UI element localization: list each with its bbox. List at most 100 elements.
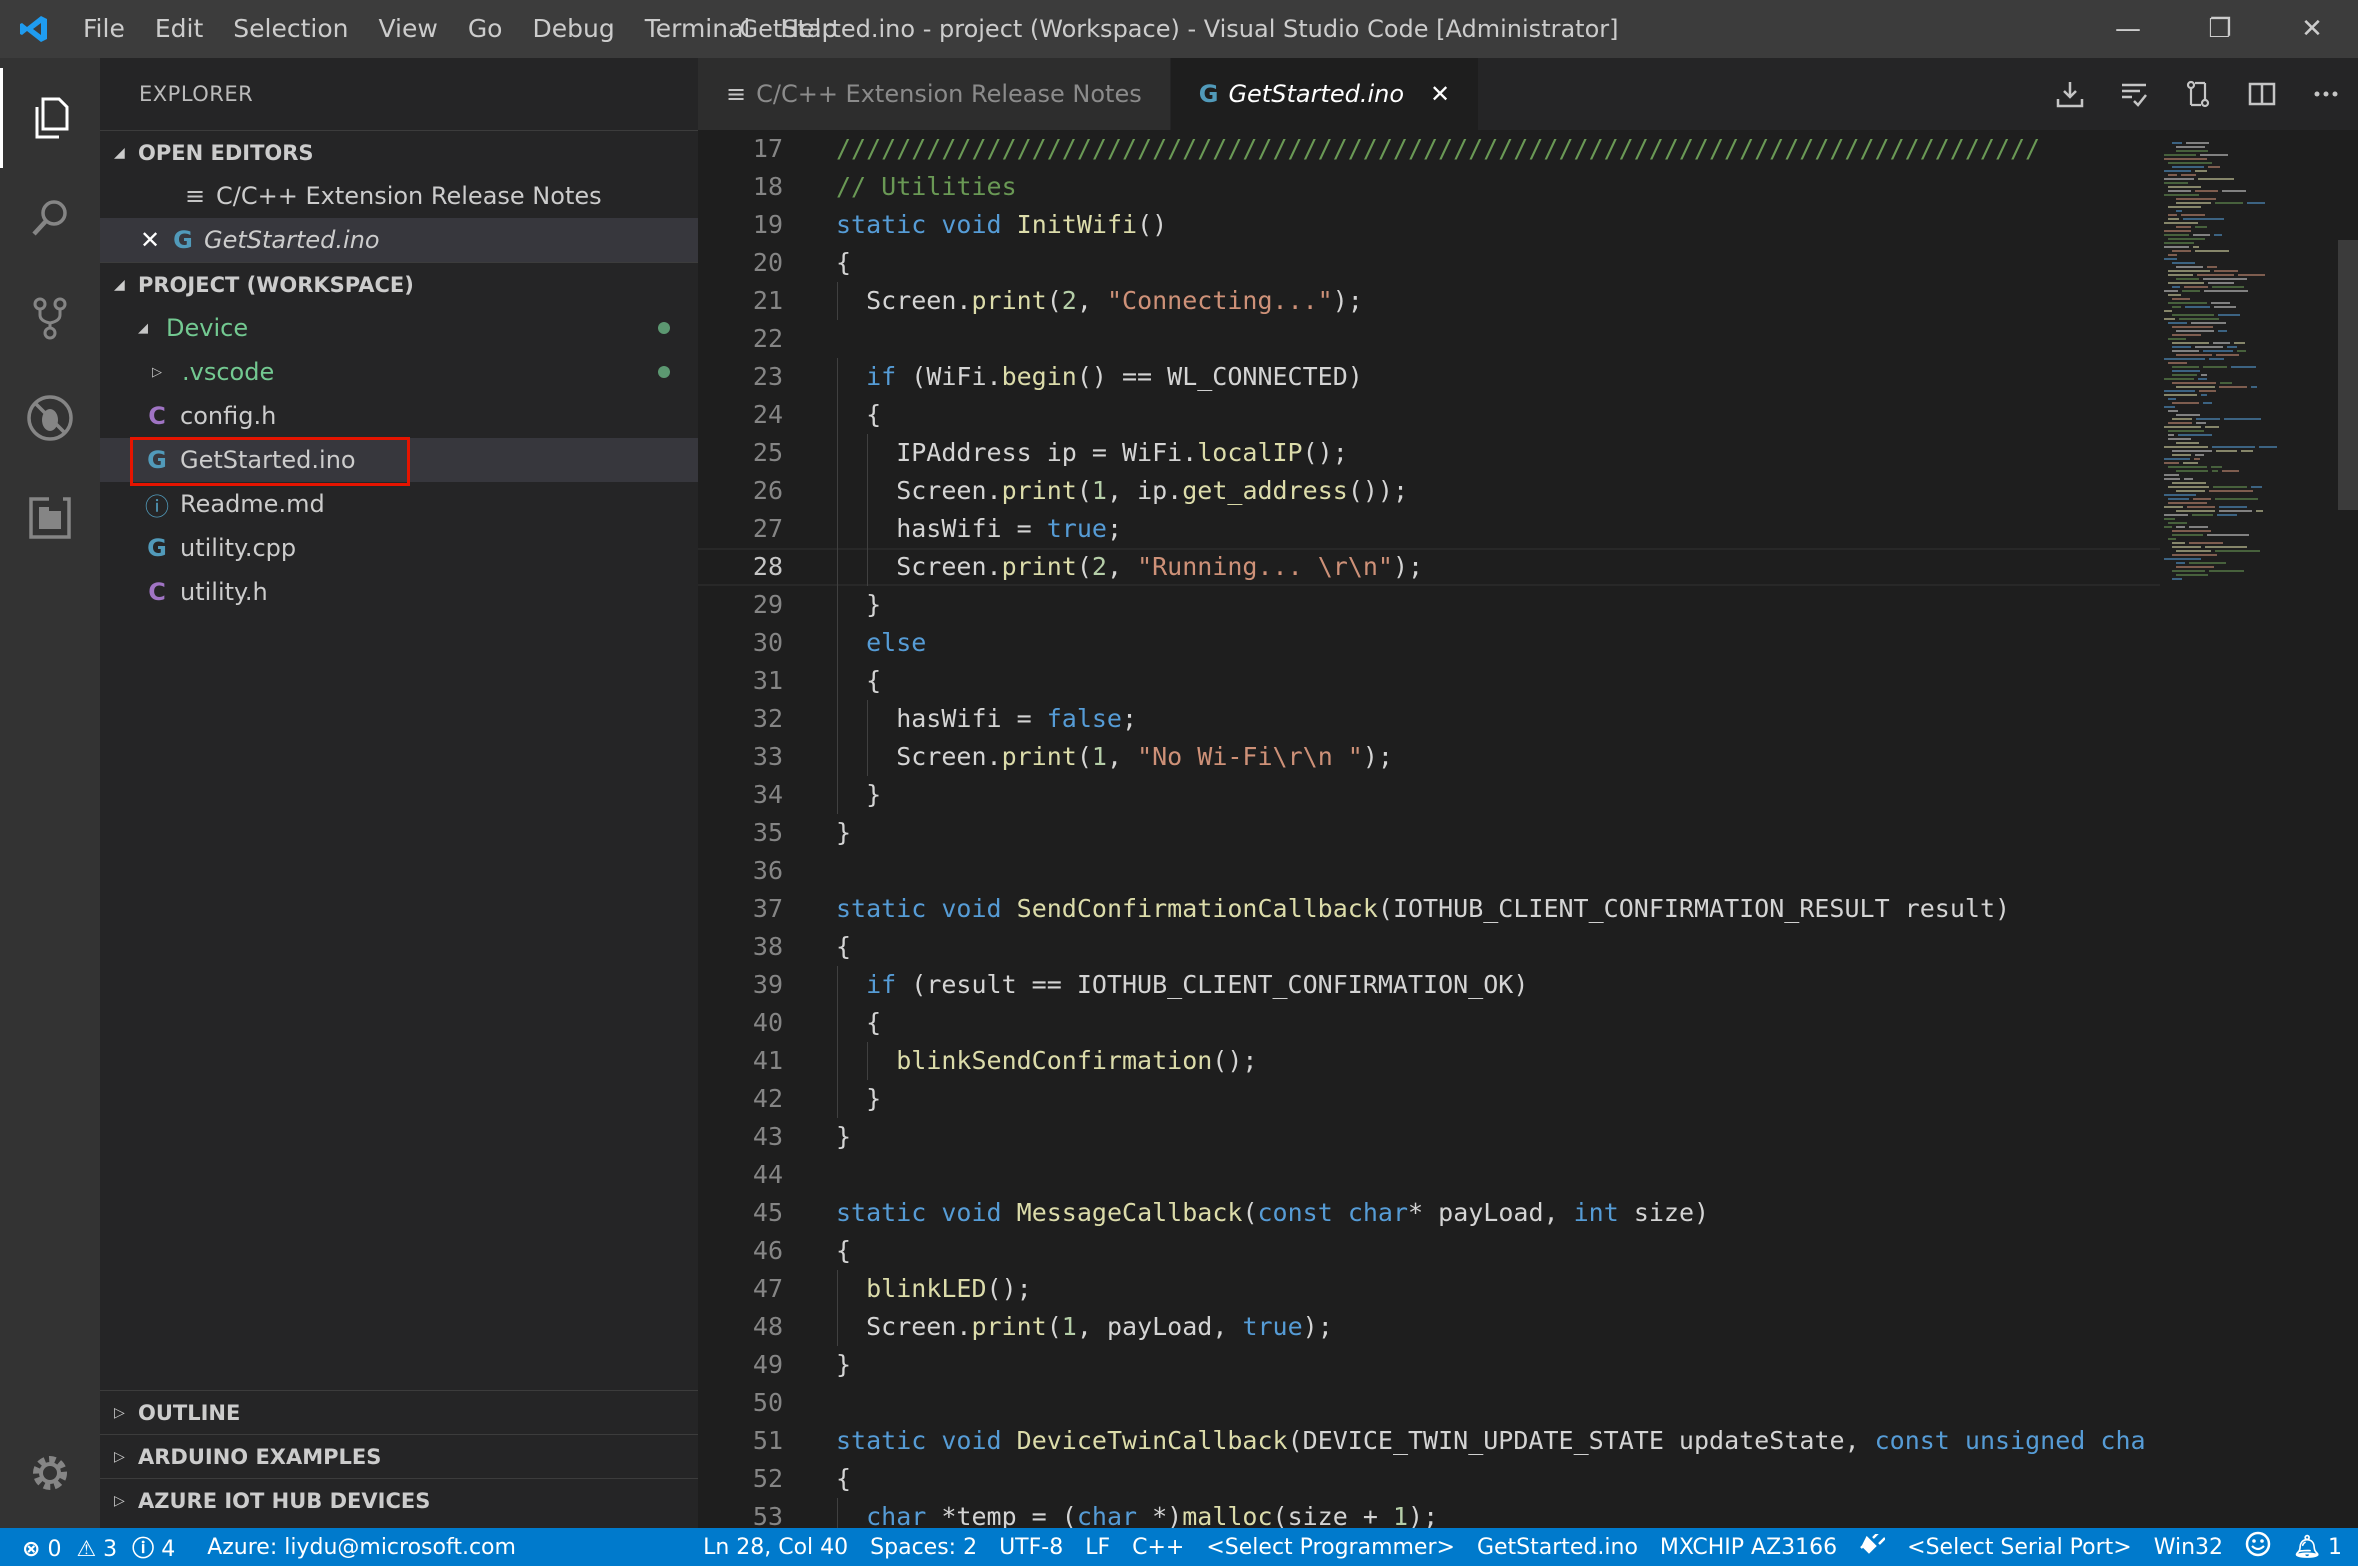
close-editor-icon[interactable]: ✕ <box>140 226 168 254</box>
tree-file-config-h[interactable]: C config.h <box>100 394 698 438</box>
explorer-icon[interactable] <box>0 68 100 168</box>
code-line[interactable]: 47 blinkLED(); <box>698 1270 2160 1308</box>
code-line[interactable]: 30 else <box>698 624 2160 662</box>
menu-help[interactable]: Help <box>765 0 852 58</box>
code-line[interactable]: 38 { <box>698 928 2160 966</box>
feedback-smiley-icon[interactable] <box>2234 1531 2282 1563</box>
code-line[interactable]: 39 if (result == IOTHUB_CLIENT_CONFIRMAT… <box>698 966 2160 1004</box>
menu-edit[interactable]: Edit <box>140 0 218 58</box>
code-line[interactable]: 37 static void SendConfirmationCallback(I… <box>698 890 2160 928</box>
azure-iot-hub-devices-header[interactable]: ▷ AZURE IOT HUB DEVICES <box>100 1478 698 1522</box>
menu-file[interactable]: File <box>68 0 140 58</box>
tab-getstarted[interactable]: G GetStarted.ino ✕ <box>1170 58 1480 130</box>
tree-file-readme-md[interactable]: ⓘ Readme.md <box>100 482 698 526</box>
plug-icon[interactable] <box>1848 1531 1896 1560</box>
menu-selection[interactable]: Selection <box>218 0 363 58</box>
code-line[interactable]: 34 } <box>698 776 2160 814</box>
code-line[interactable]: 26 Screen.print(1, ip.get_address()); <box>698 472 2160 510</box>
menu-terminal[interactable]: Terminal <box>630 0 766 58</box>
minimap-line <box>2201 374 2207 376</box>
problems-indicator[interactable]: ⊗ 0 ⚠ 3 ⓘ 4 <box>0 1531 186 1563</box>
code-line[interactable]: 33 Screen.print(1, "No Wi-Fi\r\n "); <box>698 738 2160 776</box>
source-control-icon[interactable] <box>0 268 100 368</box>
indentation[interactable]: Spaces: 2 <box>859 1535 988 1560</box>
code-line[interactable]: 28 Screen.print(2, "Running... \r\n"); <box>698 548 2160 586</box>
verify-icon[interactable] <box>2102 79 2166 109</box>
menu-go[interactable]: Go <box>453 0 518 58</box>
arduino-examples-header[interactable]: ▷ ARDUINO EXAMPLES <box>100 1434 698 1478</box>
close-window-button[interactable]: ✕ <box>2266 0 2358 58</box>
language-mode[interactable]: C++ <box>1121 1535 1195 1560</box>
minimap-line <box>2195 190 2218 192</box>
debug-icon[interactable] <box>0 368 100 468</box>
code-line[interactable]: 48 Screen.print(1, payLoad, true); <box>698 1308 2160 1346</box>
code-line[interactable]: 25 IPAddress ip = WiFi.localIP(); <box>698 434 2160 472</box>
scrollbar-slider[interactable] <box>2338 240 2358 510</box>
code-line[interactable]: 24 { <box>698 396 2160 434</box>
outline-header[interactable]: ▷ OUTLINE <box>100 1390 698 1434</box>
azure-account[interactable]: Azure: liydu@microsoft.com <box>196 1535 527 1560</box>
code-line[interactable]: 53 char *temp = (char *)malloc(size + 1)… <box>698 1498 2160 1528</box>
code-line[interactable]: 35} <box>698 814 2160 852</box>
code-line[interactable]: 41 blinkSendConfirmation(); <box>698 1042 2160 1080</box>
minimap-line <box>2195 250 2229 252</box>
open-editor-release-notes[interactable]: ≡ C/C++ Extension Release Notes <box>100 174 698 218</box>
code-line[interactable]: 32 hasWifi = false; <box>698 700 2160 738</box>
code-line[interactable]: 27 hasWifi = true; <box>698 510 2160 548</box>
minimap[interactable] <box>2160 130 2358 1528</box>
code-line[interactable]: 29 } <box>698 586 2160 624</box>
arduino-sketch[interactable]: GetStarted.ino <box>1466 1535 1649 1560</box>
restore-button[interactable]: ❐ <box>2174 0 2266 58</box>
extensions-icon[interactable] <box>0 468 100 568</box>
code-line[interactable]: 46 { <box>698 1232 2160 1270</box>
code-line[interactable]: 43} <box>698 1118 2160 1156</box>
encoding[interactable]: UTF-8 <box>988 1535 1074 1560</box>
code-line[interactable]: 23 if (WiFi.begin() == WL_CONNECTED) <box>698 358 2160 396</box>
code-line[interactable]: 19 static void InitWifi() <box>698 206 2160 244</box>
select-serial-port[interactable]: <Select Serial Port> <box>1896 1535 2143 1560</box>
code-line[interactable]: 52 { <box>698 1460 2160 1498</box>
board-selector[interactable]: MXCHIP AZ3166 <box>1649 1535 1848 1560</box>
search-icon[interactable] <box>0 168 100 268</box>
platform[interactable]: Win32 <box>2143 1535 2234 1560</box>
code-line[interactable]: 42 } <box>698 1080 2160 1118</box>
code-line[interactable]: 31 { <box>698 662 2160 700</box>
split-editor-icon[interactable] <box>2230 79 2294 109</box>
settings-gear-icon[interactable] <box>0 1423 100 1523</box>
tab-release-notes[interactable]: ≡ C/C++ Extension Release Notes <box>698 58 1171 130</box>
notifications[interactable]: 🔔︎ 1 <box>2282 1535 2358 1560</box>
code-line[interactable]: 44 <box>698 1156 2160 1194</box>
code-line[interactable]: 40 { <box>698 1004 2160 1042</box>
code-editor[interactable]: 17 //////////////////////////////////////… <box>698 130 2160 1528</box>
close-tab-icon[interactable]: ✕ <box>1430 80 1450 108</box>
tree-folder-device[interactable]: ◢ Device <box>100 306 698 350</box>
open-editor-getstarted[interactable]: ✕ G GetStarted.ino <box>100 218 698 262</box>
project-workspace-header[interactable]: ◢ PROJECT (WORKSPACE) <box>100 262 698 306</box>
code-line[interactable]: 45 static void MessageCallback(const char… <box>698 1194 2160 1232</box>
code-line[interactable]: 18 // Utilities <box>698 168 2160 206</box>
line-number: 43 <box>752 1122 783 1151</box>
code-line[interactable]: 21 Screen.print(2, "Connecting..."); <box>698 282 2160 320</box>
tree-file-utility-h[interactable]: C utility.h <box>100 570 698 614</box>
menu-debug[interactable]: Debug <box>517 0 629 58</box>
code-line[interactable]: 51 static void DeviceTwinCallback(DEVICE_… <box>698 1422 2160 1460</box>
code-line[interactable]: 20 { <box>698 244 2160 282</box>
menu-view[interactable]: View <box>363 0 452 58</box>
code-line[interactable]: 17 //////////////////////////////////////… <box>698 130 2160 168</box>
end-of-line[interactable]: LF <box>1074 1535 1121 1560</box>
open-editors-header[interactable]: ◢ OPEN EDITORS <box>100 130 698 174</box>
compare-changes-icon[interactable] <box>2166 79 2230 109</box>
tree-file-utility-cpp[interactable]: G utility.cpp <box>100 526 698 570</box>
code-line[interactable]: 36 <box>698 852 2160 890</box>
line-number: 33 <box>752 742 783 771</box>
code-line[interactable]: 50 <box>698 1384 2160 1422</box>
select-programmer[interactable]: <Select Programmer> <box>1195 1535 1466 1560</box>
minimize-button[interactable]: — <box>2082 0 2174 58</box>
cursor-position[interactable]: Ln 28, Col 40 <box>692 1535 859 1560</box>
tree-folder-vscode[interactable]: ▷ .vscode <box>100 350 698 394</box>
code-line[interactable]: 22 <box>698 320 2160 358</box>
code-line[interactable]: 49} <box>698 1346 2160 1384</box>
minimap-line <box>2217 514 2237 516</box>
upload-icon[interactable] <box>2038 79 2102 109</box>
more-actions-icon[interactable] <box>2294 79 2358 109</box>
